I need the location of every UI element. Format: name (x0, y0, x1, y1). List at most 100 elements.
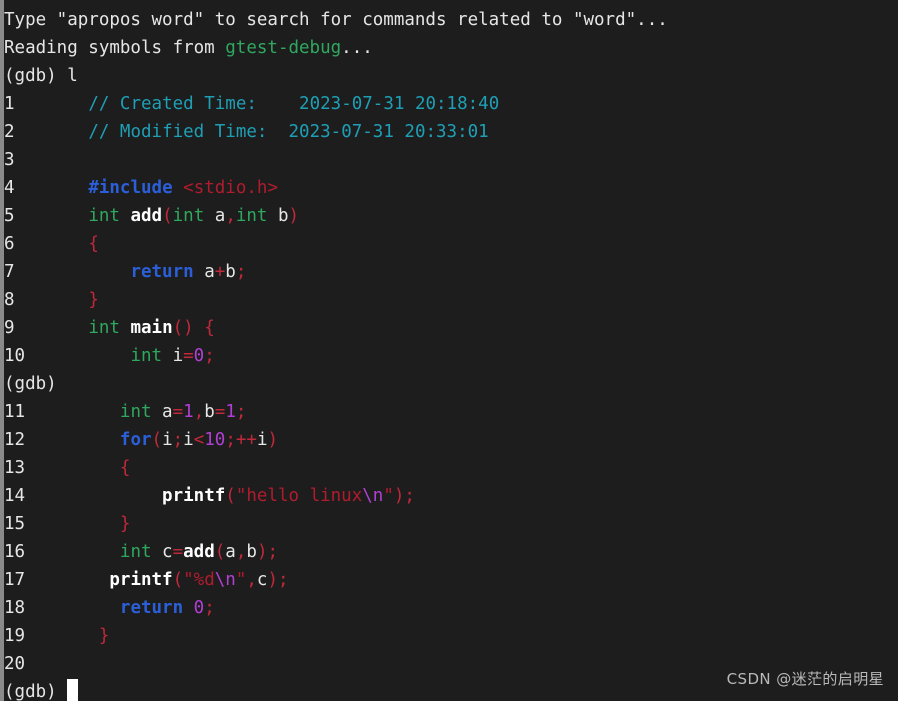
semicolon: ; (404, 486, 415, 506)
close-paren: ) (288, 206, 300, 226)
semicolon: ; (278, 570, 289, 590)
int-keyword: int (119, 542, 152, 562)
init-expr: i (162, 430, 173, 450)
close-paren: ) (393, 486, 405, 506)
line-number: 12 (4, 430, 26, 450)
code-row-8: 8 } (4, 286, 898, 314)
line-number: 19 (4, 626, 26, 646)
open-paren: ( (172, 570, 184, 590)
line-number: 10 (4, 346, 26, 366)
add-call: add (183, 542, 215, 562)
literal-one: 1 (225, 402, 236, 422)
modified-time-comment: // Modified Time: (88, 122, 268, 142)
param-a: a (204, 206, 226, 226)
gdb-prompt: (gdb) (4, 682, 68, 701)
literal-one: 1 (183, 402, 194, 422)
literal-ten: 10 (204, 430, 226, 450)
line-number: 5 (4, 206, 15, 226)
code-row-12: 12 for(i;i<10;++i) (4, 426, 898, 454)
include-directive: #include (88, 178, 173, 198)
code-row-13: 13 { (4, 454, 898, 482)
cond-var: i (183, 430, 194, 450)
stdio-header: <stdio.h> (183, 178, 278, 198)
int-keyword: int (130, 346, 163, 366)
int-keyword: int (119, 402, 152, 422)
semicolon: ; (172, 430, 184, 450)
code-row-9: 9 int main() { (4, 314, 898, 342)
code-row-11: 11 int a=1,b=1; (4, 398, 898, 426)
reading-symbols-line: Reading symbols from gtest-debug... (4, 34, 898, 62)
comma: , (235, 542, 247, 562)
open-paren: ( (151, 430, 163, 450)
literal-zero: 0 (193, 346, 205, 366)
gdb-prompt: (gdb) (4, 66, 68, 86)
var-c: c (151, 542, 173, 562)
line-number: 4 (4, 178, 15, 198)
return-keyword: return (130, 262, 194, 282)
open-paren: ( (214, 542, 226, 562)
plus-operator: + (214, 262, 226, 282)
terminal-screen[interactable]: Type "apropos word" to search for comman… (4, 0, 898, 701)
line-number: 15 (4, 514, 26, 534)
reading-symbols-suffix: ... (341, 38, 373, 58)
param-type-int: int (172, 206, 205, 226)
close-paren: ) (267, 570, 279, 590)
code-row-19: 19 } (4, 622, 898, 650)
comment-gap (267, 122, 288, 142)
semicolon: ; (204, 346, 215, 366)
middle-prompt-line: (gdb) (4, 370, 898, 398)
comma: , (246, 570, 257, 590)
var-i: i (162, 346, 184, 366)
semicolon: ; (225, 430, 236, 450)
add-function-name: add (130, 206, 163, 226)
open-paren: ( (225, 486, 236, 506)
line-number: 16 (4, 542, 26, 562)
line-number: 3 (4, 150, 15, 170)
string-close-quote: " (235, 570, 247, 590)
reading-symbols-prefix: Reading symbols from (4, 38, 226, 58)
hello-string-literal: "hello linux (235, 486, 363, 506)
semicolon: ; (267, 542, 279, 562)
assign-operator: = (183, 346, 194, 366)
open-brace: { (119, 458, 131, 478)
main-function-name: main (130, 318, 173, 338)
created-time-comment: // Created Time: (88, 94, 257, 114)
text-cursor (67, 679, 79, 701)
literal-zero: 0 (193, 598, 205, 618)
return-keyword: return (119, 598, 184, 618)
code-row-3: 3 (4, 146, 898, 174)
var-a: a (151, 402, 173, 422)
code-row-18: 18 return 0; (4, 594, 898, 622)
assign-operator: = (214, 402, 226, 422)
newline-escape: \n (362, 486, 384, 506)
format-string-literal: "%d (183, 570, 215, 590)
line-number: 2 (4, 122, 15, 142)
increment-operator: ++ (235, 430, 257, 450)
gdb-prompt: (gdb) (4, 374, 57, 394)
param-type-int: int (235, 206, 268, 226)
semicolon: ; (235, 402, 247, 422)
line-number: 17 (4, 570, 26, 590)
int-keyword: int (88, 206, 120, 226)
var-b: b (204, 402, 215, 422)
close-brace: } (119, 514, 131, 534)
code-row-17: 17 printf("%d\n",c); (4, 566, 898, 594)
code-row-7: 7 return a+b; (4, 258, 898, 286)
assign-operator: = (172, 542, 184, 562)
line-number: 6 (4, 234, 15, 254)
line-number: 18 (4, 598, 26, 618)
expr-a: a (193, 262, 215, 282)
less-than-operator: < (193, 430, 205, 450)
close-paren: ) (256, 542, 268, 562)
